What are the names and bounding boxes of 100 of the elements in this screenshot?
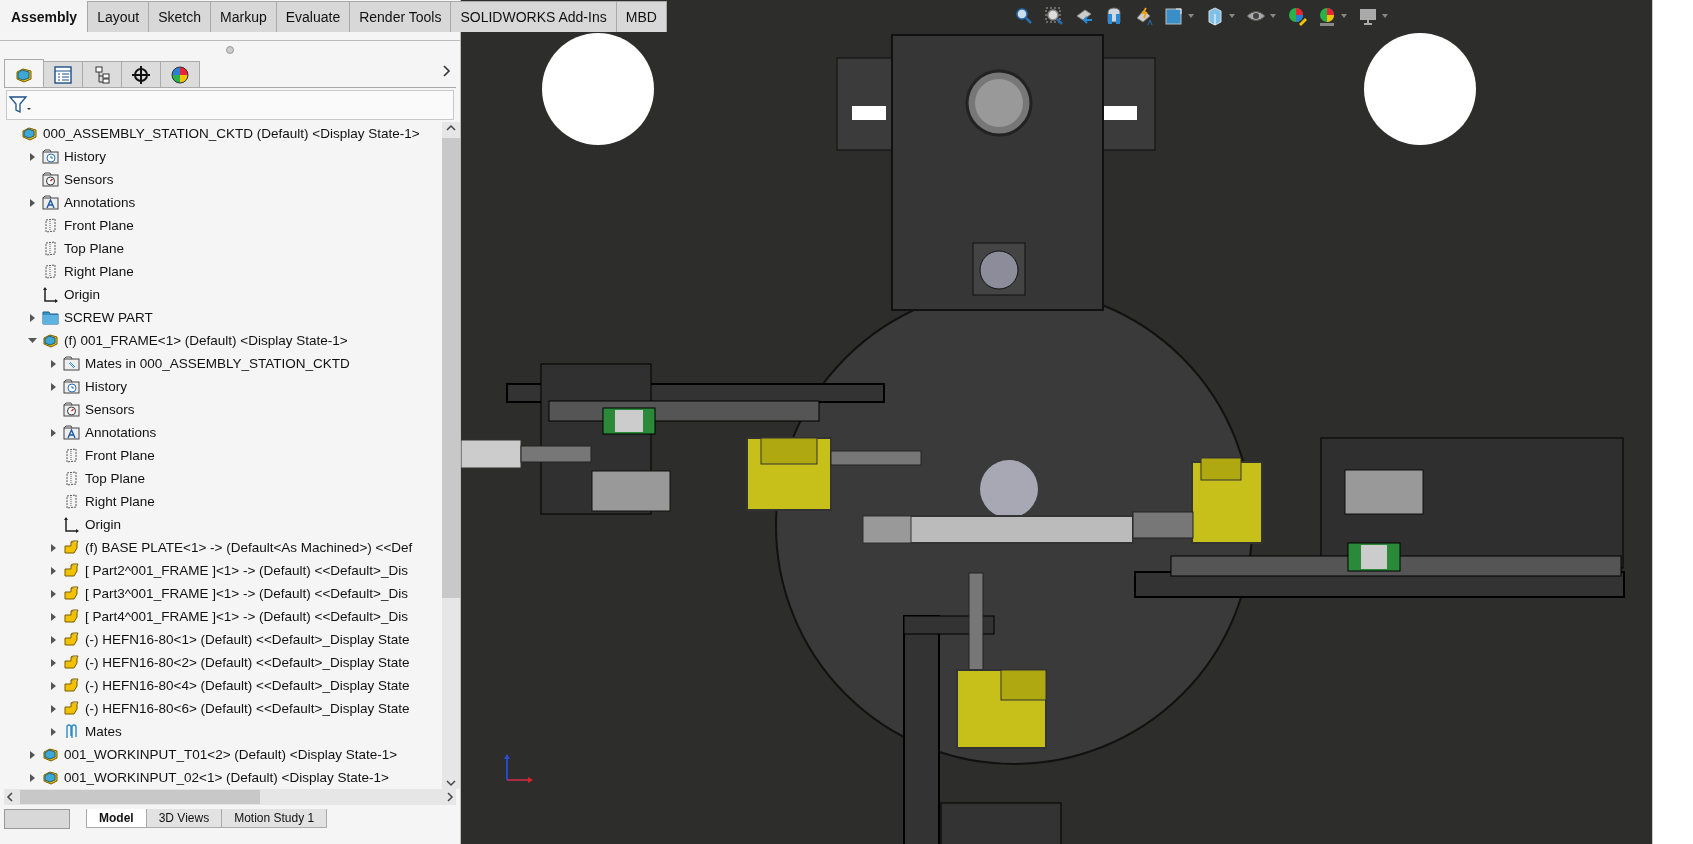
expand-arrow-icon[interactable] [48,702,58,715]
expand-arrow-icon[interactable] [48,357,58,370]
tree-item-label[interactable]: [ Part3^001_FRAME ]<1> -> (Default) <<Default>_Dis [85,586,408,601]
dynamic-annotation-icon [1134,6,1154,26]
ribbon-tab[interactable]: Sketch [148,1,211,32]
horizontal-scrollbar[interactable] [4,789,456,805]
caret-icon [1269,13,1277,19]
expand-arrow-icon[interactable] [48,380,58,393]
mates-folder-icon [63,354,81,373]
sensor-folder-icon [63,400,81,419]
axis-triad-icon [501,752,535,786]
tree-item-label[interactable]: Top Plane [64,241,125,256]
color-wheel-icon [170,64,190,85]
part-icon [63,584,81,603]
tree-item-label[interactable]: Right Plane [85,494,155,509]
tree-item-label[interactable]: 001_WORKINPUT_T01<2> (Default) <Display State-1> [64,747,398,762]
scroll-left-icon [4,791,16,803]
expand-arrow-icon[interactable] [27,150,37,163]
tree-item-label[interactable]: SCREW PART [64,310,153,325]
tree-item-label[interactable]: Origin [85,517,121,532]
tree-item-label[interactable]: Sensors [85,402,135,417]
zoom-area-button[interactable] [1044,6,1064,26]
tree-item-label[interactable]: 000_ASSEMBLY_STATION_CKTD (Default) <Display State-1> [43,126,420,141]
part-icon [63,676,81,695]
dynamic-annotation-button[interactable] [1134,6,1154,26]
tree-item-label[interactable]: 001_WORKINPUT_02<1> (Default) <Display State-1> [64,770,389,785]
tree-item-label[interactable]: Right Plane [64,264,134,279]
bottom-tab[interactable]: Motion Study 1 [221,809,328,828]
tree-item-label[interactable]: Annotations [64,195,136,210]
edit-appearance-button[interactable] [1287,6,1307,26]
expand-arrow-icon[interactable] [48,725,58,738]
expand-arrow-icon[interactable] [27,748,37,761]
section-view-icon [1104,6,1124,26]
monitor-button[interactable] [1358,6,1389,26]
ribbon-tab[interactable]: Evaluate [275,1,351,32]
tree-item-label[interactable]: Origin [64,287,100,302]
vertical-scrollbar[interactable] [442,122,460,789]
expand-arrow-icon[interactable] [48,426,58,439]
filter-field[interactable] [6,90,454,120]
apply-scene-button[interactable] [1317,6,1348,26]
expand-arrow-icon[interactable] [48,610,58,623]
tree-item-label[interactable]: Front Plane [85,448,155,463]
display-style-icon [1205,6,1225,26]
tree-item-label[interactable]: [ Part2^001_FRAME ]<1> -> (Default) <<Default>_Dis [85,563,408,578]
expand-arrow-icon[interactable] [27,196,37,209]
ribbon-tab[interactable]: MBD [615,1,667,32]
ribbon-tab[interactable]: Render Tools [349,1,452,32]
part-icon [63,653,81,672]
crosshair-icon [131,64,151,85]
configuration-tab[interactable] [82,61,122,87]
expand-arrow-icon[interactable] [48,587,58,600]
tree-item-label[interactable]: History [64,149,106,164]
expand-arrow-icon[interactable] [48,679,58,692]
annotation-folder-icon [63,423,81,442]
tree-item-label[interactable]: (-) HEFN16-80<6> (Default) <<Default>_Display State [85,701,410,716]
feature-tree-tab[interactable] [4,59,44,87]
tree-item-label[interactable]: Front Plane [64,218,134,233]
tree-item-label[interactable]: (-) HEFN16-80<1> (Default) <<Default>_Display State [85,632,410,647]
bottom-tab[interactable]: 3D Views [145,809,223,828]
sensor-folder-icon [42,170,60,189]
expand-arrow-icon[interactable] [48,656,58,669]
expand-arrow-icon[interactable] [48,564,58,577]
part-icon [63,561,81,580]
expand-arrow-icon[interactable] [27,311,37,324]
tree-item-label[interactable]: [ Part4^001_FRAME ]<1> -> (Default) <<Default>_Dis [85,609,408,624]
origin-icon [63,515,81,534]
edit-appearance-icon [1287,6,1307,26]
caret-icon [1340,13,1348,19]
bottom-tab[interactable]: Model [86,809,147,828]
ribbon-tab[interactable]: Layout [87,1,150,32]
ribbon-tab[interactable]: Markup [210,1,277,32]
list-icon [53,64,73,85]
tree-item-label[interactable]: (f) BASE PLATE<1> -> (Default<As Machined>) <<Def [85,540,413,555]
zoom-to-fit-button[interactable] [1014,6,1034,26]
crosshair-tab[interactable] [121,61,161,87]
ribbon-tab[interactable]: SOLIDWORKS Add-Ins [450,1,617,32]
display-style-button[interactable] [1205,6,1236,26]
tree-item-label[interactable]: (-) HEFN16-80<4> (Default) <<Default>_Display State [85,678,410,693]
tree-item-label[interactable]: Top Plane [85,471,146,486]
filter-button[interactable] [9,95,31,115]
expand-arrow-icon[interactable] [48,633,58,646]
tree-item-label[interactable]: (-) HEFN16-80<2> (Default) <<Default>_Display State [85,655,410,670]
tree-item-label[interactable]: Mates [85,724,122,739]
scroll-down-icon [445,777,457,789]
filter-icon [9,95,31,115]
tree-item-label[interactable]: (f) 001_FRAME<1> (Default) <Display State-1> [64,333,348,348]
section-view-button[interactable] [1104,6,1124,26]
expand-arrow-icon[interactable] [48,541,58,554]
tree-item-label[interactable]: Annotations [85,425,157,440]
tree-item-label[interactable]: History [85,379,127,394]
tree-item-label[interactable]: Sensors [64,172,114,187]
view-orientation-button[interactable] [1164,6,1195,26]
expand-arrow-icon[interactable] [27,771,37,784]
appearance-tab[interactable] [160,61,200,87]
property-tab[interactable] [43,61,83,87]
folder-icon [42,308,60,327]
history-folder-icon [42,147,60,166]
tree-item-label[interactable]: Mates in 000_ASSEMBLY_STATION_CKTD [85,356,350,371]
splitter-handle[interactable] [226,46,234,54]
scroll-right-icon [444,791,456,803]
